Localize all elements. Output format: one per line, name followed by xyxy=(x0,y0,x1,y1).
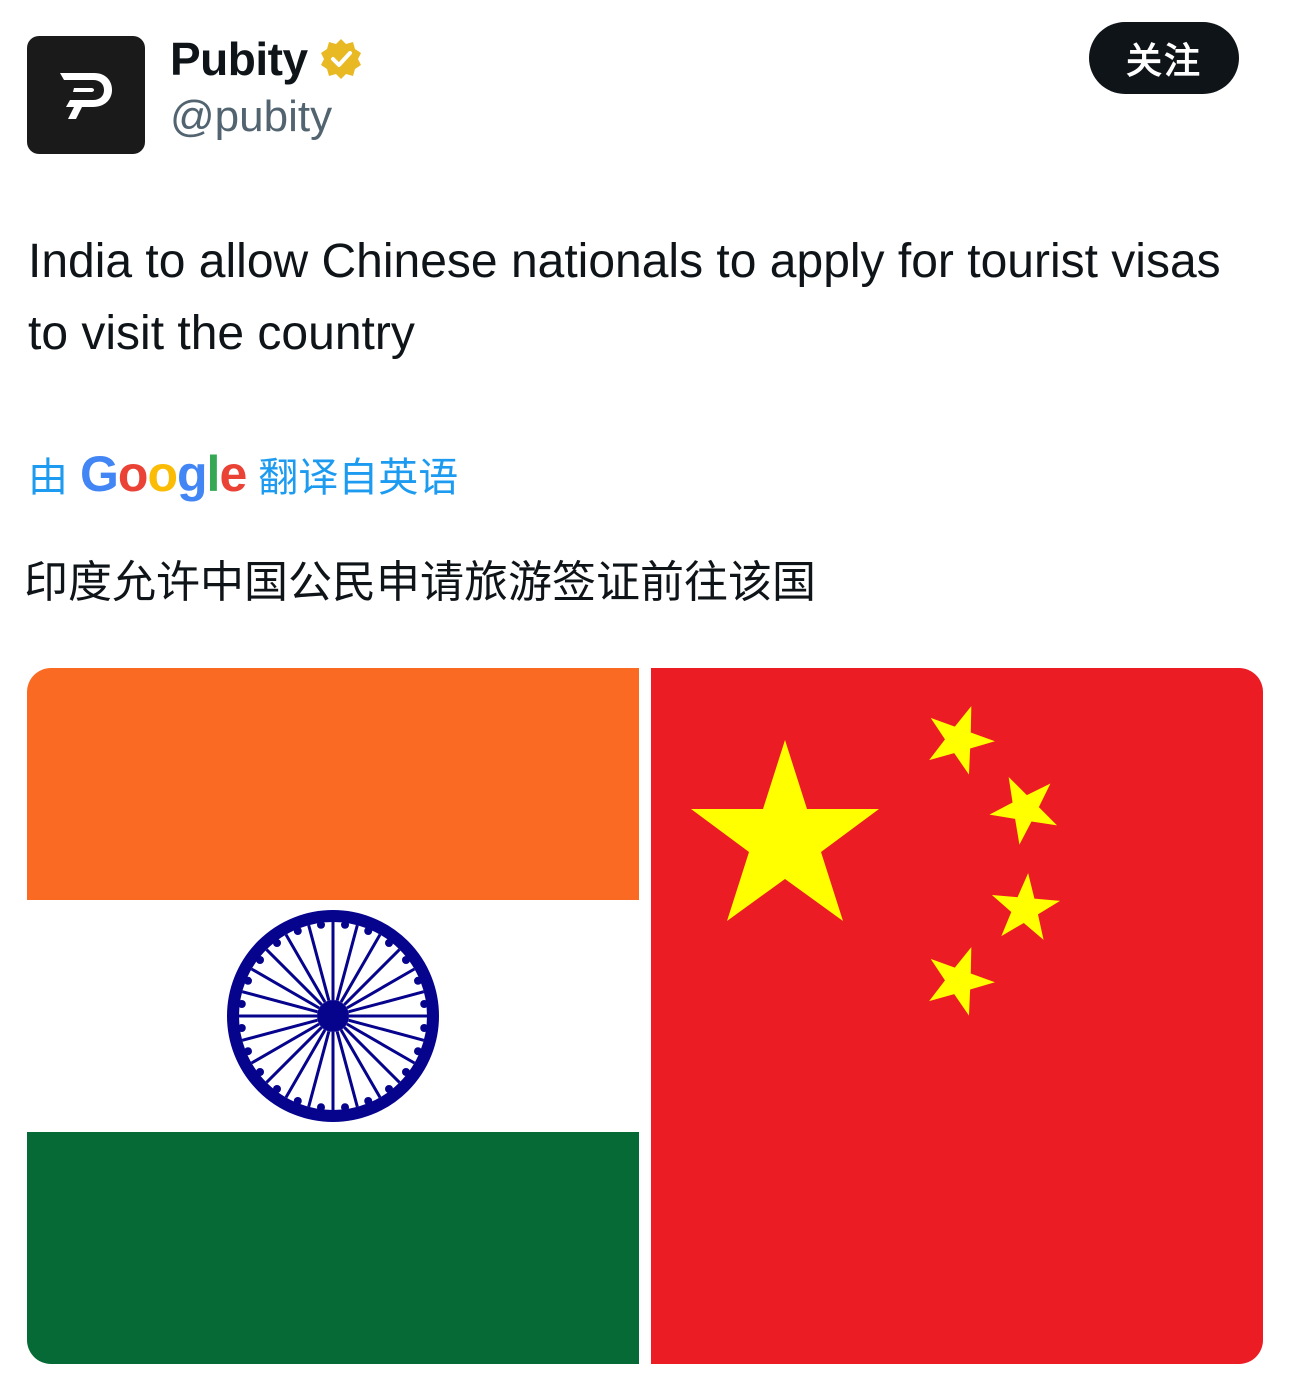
translation-attribution[interactable]: 由 Google 翻译自英语 xyxy=(28,444,458,504)
tweet-text: India to allow Chinese nationals to appl… xyxy=(28,235,1221,360)
translation-prefix: 由 xyxy=(28,456,68,500)
tweet-media[interactable] xyxy=(27,668,1263,1364)
ashoka-chakra-icon xyxy=(227,910,439,1122)
china-flag-stars xyxy=(691,706,1061,1016)
display-name-row[interactable]: Pubity xyxy=(170,32,364,86)
green-stripe xyxy=(27,1132,639,1364)
saffron-stripe xyxy=(27,668,639,900)
small-star-icon xyxy=(991,873,1061,940)
small-star-icon xyxy=(989,776,1058,845)
display-name[interactable]: Pubity xyxy=(170,32,308,86)
user-handle[interactable]: @pubity xyxy=(170,92,332,142)
translated-tweet-text: 印度允许中国公民申请旅游签证前往该国 xyxy=(24,558,816,607)
verified-badge-icon xyxy=(320,39,361,79)
small-star-icon xyxy=(929,947,995,1016)
follow-button[interactable]: 关注 xyxy=(1089,22,1239,94)
avatar[interactable] xyxy=(27,36,145,154)
large-star-icon xyxy=(691,740,879,921)
google-logo: Google xyxy=(80,446,247,502)
small-star-icon xyxy=(929,706,995,775)
pubity-logo-icon xyxy=(60,73,112,119)
china-flag-image[interactable] xyxy=(651,668,1263,1364)
india-flag-image[interactable] xyxy=(27,668,639,1364)
translation-source-label[interactable]: 翻译自英语 xyxy=(258,445,458,503)
